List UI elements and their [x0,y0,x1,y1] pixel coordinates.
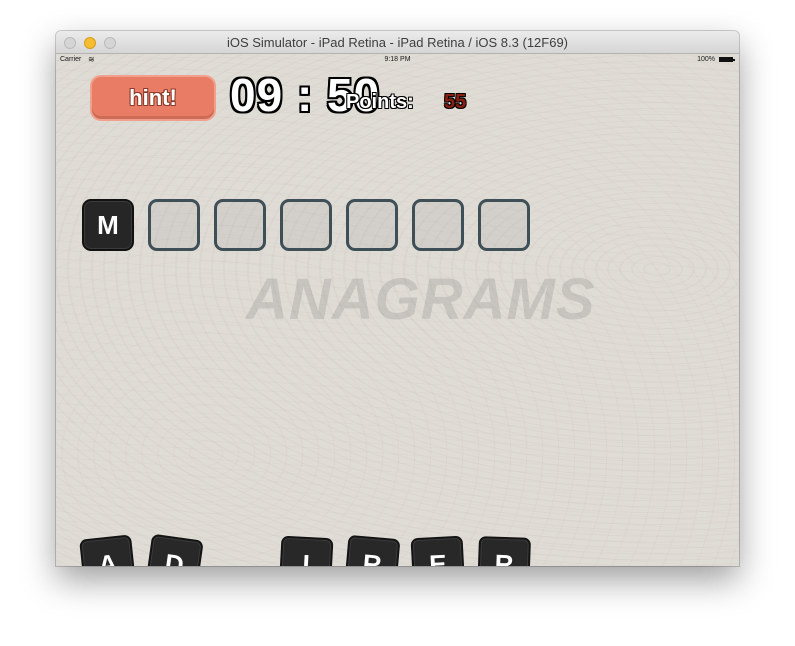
target-slot-empty[interactable] [478,199,530,251]
target-slot-empty[interactable] [148,199,200,251]
letter-tile[interactable]: R [477,536,531,566]
battery-percent: 100% [697,56,715,63]
battery-icon [719,57,735,62]
anagrams-logo: ANAGRAMS [246,267,596,332]
target-slot-filled: M [82,199,134,251]
status-time: 9:18 PM [384,56,411,63]
target-slot-empty[interactable] [346,199,398,251]
simulator-window: iOS Simulator - iPad Retina - iPad Retin… [56,31,739,566]
target-slot-empty[interactable] [214,199,266,251]
window-title: iOS Simulator - iPad Retina - iPad Retin… [226,35,569,50]
points-value: 55 [444,91,467,113]
hint-button[interactable]: hint! [90,75,216,121]
window-titlebar: iOS Simulator - iPad Retina - iPad Retin… [56,31,739,54]
points-label: Points: [346,91,414,113]
letter-tile[interactable]: R [343,534,401,566]
letter-tile[interactable]: D [144,533,204,566]
letter-tile[interactable]: I [278,535,334,566]
target-slot-empty[interactable] [412,199,464,251]
game-screen: Carrier ≋ 9:18 PM 100% hint! 09 : 50 Poi… [56,54,739,566]
ios-status-bar: Carrier ≋ 9:18 PM 100% [56,54,739,66]
target-slot-empty[interactable] [280,199,332,251]
letter-tile[interactable]: E [410,535,466,566]
letter-tile[interactable]: A [79,534,137,566]
